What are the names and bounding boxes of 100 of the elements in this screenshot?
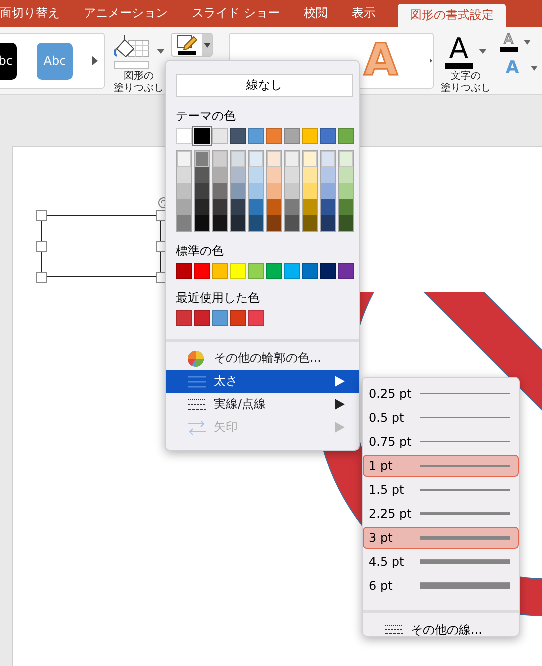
color-swatch[interactable] bbox=[231, 199, 245, 215]
color-swatch[interactable] bbox=[194, 128, 210, 144]
color-swatch[interactable] bbox=[177, 215, 191, 231]
color-swatch[interactable] bbox=[267, 199, 281, 215]
color-swatch[interactable] bbox=[249, 183, 263, 199]
color-swatch[interactable] bbox=[303, 183, 317, 199]
color-swatch[interactable] bbox=[213, 215, 227, 231]
color-swatch[interactable] bbox=[176, 128, 192, 144]
color-swatch[interactable] bbox=[284, 263, 300, 279]
color-swatch[interactable] bbox=[285, 215, 299, 231]
color-swatch[interactable] bbox=[266, 128, 282, 144]
no-line-button[interactable]: 線なし bbox=[176, 74, 353, 97]
color-swatch[interactable] bbox=[321, 215, 335, 231]
ribbon-tab[interactable]: 面切り替え bbox=[0, 0, 72, 27]
color-swatch[interactable] bbox=[194, 310, 210, 326]
color-swatch[interactable] bbox=[248, 263, 264, 279]
ribbon-tab[interactable]: アニメーション bbox=[72, 0, 180, 27]
ribbon-tab[interactable]: 校閲 bbox=[292, 0, 340, 27]
color-swatch[interactable] bbox=[338, 263, 354, 279]
color-swatch[interactable] bbox=[302, 128, 318, 144]
color-swatch[interactable] bbox=[339, 151, 353, 167]
color-swatch[interactable] bbox=[303, 151, 317, 167]
ribbon-tab[interactable]: 図形の書式設定 bbox=[398, 4, 506, 27]
line-weight-option[interactable]: 2.25 pt bbox=[363, 503, 519, 525]
color-swatch[interactable] bbox=[267, 167, 281, 183]
line-weight-option[interactable]: 6 pt bbox=[363, 575, 519, 597]
color-swatch[interactable] bbox=[285, 151, 299, 167]
color-swatch[interactable] bbox=[285, 167, 299, 183]
color-swatch[interactable] bbox=[212, 128, 228, 144]
color-swatch[interactable] bbox=[230, 310, 246, 326]
resize-handle[interactable] bbox=[36, 210, 47, 221]
color-swatch[interactable] bbox=[320, 263, 336, 279]
ribbon-tab[interactable]: 表示 bbox=[340, 0, 388, 27]
color-swatch[interactable] bbox=[338, 128, 354, 144]
color-swatch[interactable] bbox=[249, 199, 263, 215]
color-swatch[interactable] bbox=[231, 183, 245, 199]
color-swatch[interactable] bbox=[195, 215, 209, 231]
color-swatch[interactable] bbox=[176, 310, 192, 326]
color-swatch[interactable] bbox=[212, 263, 228, 279]
color-swatch[interactable] bbox=[212, 310, 228, 326]
color-swatch[interactable] bbox=[249, 167, 263, 183]
menu-item[interactable]: その他の輪郭の色... bbox=[166, 347, 359, 370]
color-swatch[interactable] bbox=[249, 215, 263, 231]
shape-outline-button[interactable] bbox=[171, 33, 213, 57]
color-swatch[interactable] bbox=[176, 263, 192, 279]
color-swatch[interactable] bbox=[303, 199, 317, 215]
color-swatch[interactable] bbox=[285, 183, 299, 199]
color-swatch[interactable] bbox=[321, 167, 335, 183]
color-swatch[interactable] bbox=[230, 128, 246, 144]
color-swatch[interactable] bbox=[339, 215, 353, 231]
color-swatch[interactable] bbox=[339, 183, 353, 199]
color-swatch[interactable] bbox=[230, 263, 246, 279]
color-swatch[interactable] bbox=[303, 215, 317, 231]
color-swatch[interactable] bbox=[248, 310, 264, 326]
color-swatch[interactable] bbox=[302, 263, 318, 279]
color-swatch[interactable] bbox=[177, 167, 191, 183]
color-swatch[interactable] bbox=[267, 183, 281, 199]
color-swatch[interactable] bbox=[231, 215, 245, 231]
menu-item[interactable]: 太さ bbox=[166, 370, 359, 393]
color-swatch[interactable] bbox=[177, 151, 191, 167]
color-swatch[interactable] bbox=[249, 151, 263, 167]
line-weight-option[interactable]: 0.75 pt bbox=[363, 431, 519, 453]
color-swatch[interactable] bbox=[195, 183, 209, 199]
color-swatch[interactable] bbox=[267, 151, 281, 167]
menu-item[interactable]: 実線/点線 bbox=[166, 393, 359, 416]
color-swatch[interactable] bbox=[321, 151, 335, 167]
shape-style-swatch[interactable]: bc bbox=[0, 42, 17, 80]
color-swatch[interactable] bbox=[321, 199, 335, 215]
color-swatch[interactable] bbox=[194, 263, 210, 279]
color-swatch[interactable] bbox=[285, 199, 299, 215]
color-swatch[interactable] bbox=[267, 215, 281, 231]
color-swatch[interactable] bbox=[195, 199, 209, 215]
color-swatch[interactable] bbox=[177, 199, 191, 215]
line-weight-option[interactable]: 4.5 pt bbox=[363, 551, 519, 573]
color-swatch[interactable] bbox=[195, 167, 209, 183]
line-weight-option[interactable]: 0.5 pt bbox=[363, 407, 519, 429]
color-swatch[interactable] bbox=[231, 151, 245, 167]
color-swatch[interactable] bbox=[339, 167, 353, 183]
resize-handle[interactable] bbox=[36, 241, 47, 252]
line-weight-option[interactable]: 0.25 pt bbox=[363, 383, 519, 405]
color-swatch[interactable] bbox=[303, 167, 317, 183]
line-weight-option[interactable]: 1.5 pt bbox=[363, 479, 519, 501]
line-weight-option[interactable]: 1 pt bbox=[363, 455, 519, 477]
color-swatch[interactable] bbox=[213, 199, 227, 215]
color-swatch[interactable] bbox=[339, 199, 353, 215]
color-swatch[interactable] bbox=[248, 128, 264, 144]
color-swatch[interactable] bbox=[320, 128, 336, 144]
color-swatch[interactable] bbox=[213, 151, 227, 167]
color-swatch[interactable] bbox=[284, 128, 300, 144]
color-swatch[interactable] bbox=[266, 263, 282, 279]
color-swatch[interactable] bbox=[195, 151, 209, 167]
ribbon-tab[interactable]: スライド ショー bbox=[180, 0, 292, 27]
line-weight-option[interactable]: 3 pt bbox=[363, 527, 519, 549]
text-fill-button[interactable]: A bbox=[445, 35, 473, 69]
color-swatch[interactable] bbox=[213, 167, 227, 183]
more-lines-button[interactable]: その他の線... bbox=[363, 618, 519, 642]
resize-handle[interactable] bbox=[36, 272, 47, 283]
color-swatch[interactable] bbox=[321, 183, 335, 199]
color-swatch[interactable] bbox=[231, 167, 245, 183]
color-swatch[interactable] bbox=[213, 183, 227, 199]
